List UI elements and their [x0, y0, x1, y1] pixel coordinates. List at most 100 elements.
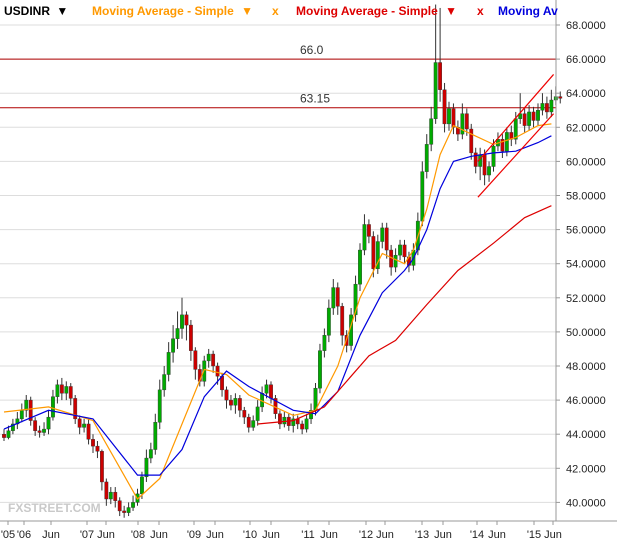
- candle-body: [527, 111, 532, 126]
- y-tick-label: 54.0000: [566, 259, 606, 271]
- candle-body: [206, 353, 211, 362]
- x-tick-label: Jun: [42, 529, 60, 541]
- x-tick-label: '06: [17, 529, 31, 541]
- x-tick-label: Jun: [320, 529, 338, 541]
- price-chart: FXSTREET.COM 66.0 63.15 40.0000 42.0000 44.…: [0, 0, 617, 541]
- y-tick-label: 44.0000: [566, 429, 606, 441]
- y-axis-ticks: 40.0000 42.0000 44.0000 46.0000 48.0000 50.00…: [556, 20, 606, 509]
- candle-body: [362, 224, 367, 251]
- candle-body: [117, 500, 122, 512]
- level-label: 66.0: [300, 43, 324, 57]
- candle-body: [536, 110, 540, 121]
- candle-body: [358, 249, 362, 285]
- candle-body: [233, 398, 238, 406]
- candle-body: [42, 428, 46, 433]
- remove-ma-orange-icon[interactable]: x: [272, 4, 279, 18]
- y-tick-label: 42.0000: [566, 463, 606, 475]
- x-tick-label: Jun: [150, 529, 168, 541]
- remove-ma-red-icon[interactable]: x: [477, 4, 484, 18]
- legend-ma-blue[interactable]: Moving Av: [498, 4, 558, 18]
- ma-orange-label: Moving Average - Simple: [92, 4, 234, 18]
- x-tick-label: '13: [415, 529, 429, 541]
- candle-body: [175, 328, 180, 339]
- ma-red-dropdown-icon[interactable]: ▼: [445, 4, 457, 18]
- candle-body: [326, 307, 331, 336]
- y-tick-label: 40.0000: [566, 497, 606, 509]
- candle-body: [464, 113, 469, 130]
- candle-body: [340, 306, 345, 336]
- candle-body: [144, 457, 149, 478]
- candle-up: [358, 243, 362, 291]
- x-tick-label: '09: [187, 529, 201, 541]
- candle-body: [335, 287, 340, 307]
- candle-body: [447, 108, 451, 125]
- candle-body: [300, 423, 305, 430]
- legend-ma-orange[interactable]: Moving Average - Simple ▼: [92, 4, 253, 18]
- ma-orange-dropdown-icon[interactable]: ▼: [241, 4, 253, 18]
- x-tick-label: Jun: [262, 529, 280, 541]
- symbol-name: USDINR: [4, 4, 51, 18]
- candle-body: [246, 416, 251, 428]
- candle-body: [6, 430, 11, 438]
- watermark: FXSTREET.COM: [8, 501, 101, 515]
- candle-body: [433, 62, 438, 119]
- candle-body: [33, 420, 38, 431]
- y-tick-label: 46.0000: [566, 395, 606, 407]
- candle-body: [148, 449, 153, 459]
- y-tick-label: 56.0000: [566, 225, 606, 237]
- candle-body: [402, 244, 407, 258]
- candle-body: [82, 423, 87, 428]
- y-tick-label: 48.0000: [566, 361, 606, 373]
- candle-body: [126, 507, 131, 513]
- x-tick-label: '10: [243, 529, 257, 541]
- candle-body: [438, 62, 442, 90]
- candle-body: [86, 423, 91, 440]
- candle-body: [242, 410, 247, 418]
- candle-body: [322, 335, 327, 351]
- candle-body: [522, 113, 527, 126]
- candle-body: [180, 314, 184, 329]
- candle-body: [282, 416, 287, 425]
- candle-body: [91, 439, 95, 447]
- candle-body: [215, 365, 220, 377]
- candle-body: [99, 451, 104, 483]
- legend-ma-red[interactable]: Moving Average - Simple ▼: [296, 4, 457, 18]
- x-tick-label: Jun: [434, 529, 452, 541]
- candle-body: [113, 491, 118, 501]
- x-tick-label: '07: [80, 529, 94, 541]
- candle-body: [429, 118, 434, 145]
- candle-body: [131, 502, 135, 508]
- x-tick-label: Jun: [376, 529, 394, 541]
- candle-body: [95, 445, 100, 452]
- candle-body: [545, 103, 549, 113]
- candle-body: [104, 481, 109, 500]
- symbol-dropdown-icon[interactable]: ▼: [56, 4, 68, 18]
- candle-body: [140, 476, 144, 495]
- symbol-label[interactable]: USDINR ▼: [4, 4, 68, 18]
- candle-body: [540, 103, 545, 111]
- candle-body: [122, 510, 127, 513]
- candle-body: [55, 384, 60, 397]
- candle-body: [59, 384, 64, 394]
- candle-body: [77, 418, 82, 428]
- y-tick-label: 60.0000: [566, 156, 606, 168]
- candle-body: [549, 99, 554, 113]
- candle-body: [504, 132, 509, 152]
- candle-body: [331, 287, 336, 309]
- candle-body: [68, 386, 73, 399]
- candle-body: [398, 244, 402, 256]
- candle-body: [251, 420, 256, 428]
- candle-body: [482, 154, 487, 176]
- candle-body: [255, 406, 260, 421]
- candle-body: [442, 89, 447, 125]
- x-tick-label: Jun: [206, 529, 224, 541]
- candle-body: [264, 384, 269, 394]
- candle-body: [469, 128, 474, 154]
- candle-body: [393, 254, 398, 268]
- candle-body: [531, 111, 536, 121]
- candle-body: [108, 491, 113, 500]
- candle-body: [367, 224, 371, 237]
- candle-body: [513, 118, 518, 140]
- candle-body: [188, 324, 193, 351]
- candle-body: [162, 374, 167, 391]
